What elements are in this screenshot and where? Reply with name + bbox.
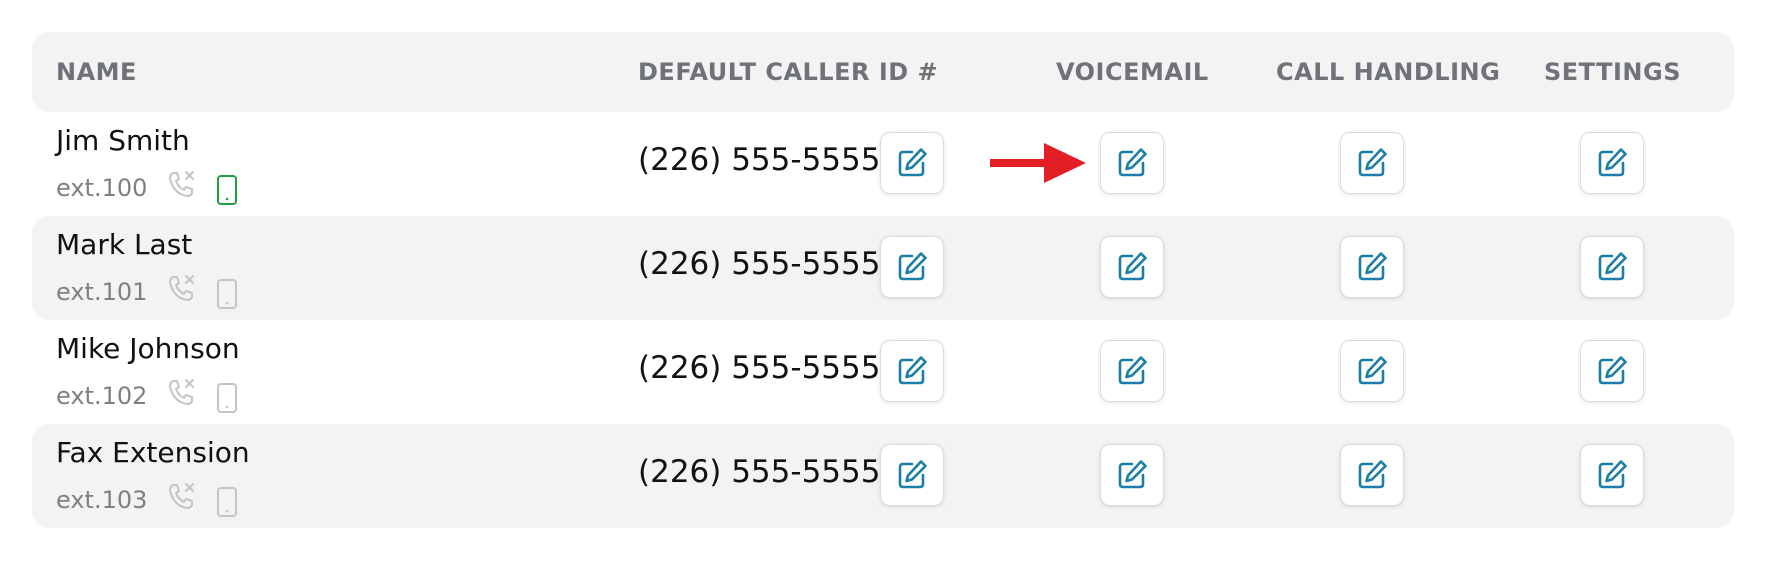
- edit-icon: [1358, 148, 1387, 177]
- edit-call-handling-button[interactable]: [1340, 444, 1404, 506]
- edit-icon: [898, 252, 927, 281]
- edit-icon: [1358, 460, 1387, 489]
- phone-missed-icon: [169, 275, 194, 301]
- edit-voicemail-button[interactable]: [1100, 340, 1164, 402]
- caller-id-number: (226) 555-5555: [638, 454, 881, 490]
- header-call-handling: CALL HANDLING: [1276, 58, 1501, 86]
- edit-settings-button[interactable]: [1580, 340, 1644, 402]
- edit-icon: [898, 148, 927, 177]
- edit-caller-id-button[interactable]: [880, 236, 944, 298]
- header-caller-id: DEFAULT CALLER ID #: [638, 58, 939, 86]
- edit-icon: [1118, 356, 1147, 385]
- phone-missed-icon: [169, 483, 194, 509]
- edit-icon: [1598, 148, 1627, 177]
- table-row: Fax Extension ext.103 (226) 555-5555: [32, 424, 1734, 528]
- edit-icon: [1118, 252, 1147, 281]
- mobile-phone-icon: [217, 175, 237, 205]
- caller-id-number: (226) 555-5555: [638, 142, 881, 178]
- extension-number: ext.102: [56, 382, 148, 410]
- extension-name: Mark Last: [56, 228, 193, 261]
- edit-voicemail-button[interactable]: [1100, 236, 1164, 298]
- phone-missed-icon: [169, 379, 194, 405]
- table-row: Jim Smith ext.100 (226) 555-5555: [32, 112, 1734, 216]
- edit-voicemail-button[interactable]: [1100, 132, 1164, 194]
- edit-icon: [1358, 252, 1387, 281]
- caller-id-number: (226) 555-5555: [638, 350, 881, 386]
- edit-voicemail-button[interactable]: [1100, 444, 1164, 506]
- table-row: Mark Last ext.101 (226) 555-5555: [32, 216, 1734, 320]
- extension-name: Fax Extension: [56, 436, 250, 469]
- mobile-phone-icon: [217, 383, 237, 413]
- red-arrow-icon: [990, 143, 1086, 183]
- extensions-table: NAME DEFAULT CALLER ID # VOICEMAIL CALL …: [32, 32, 1734, 528]
- edit-settings-button[interactable]: [1580, 132, 1644, 194]
- header-name: NAME: [56, 58, 137, 86]
- edit-icon: [898, 356, 927, 385]
- edit-icon: [1358, 356, 1387, 385]
- extension-name: Jim Smith: [56, 124, 190, 157]
- edit-icon: [1598, 252, 1627, 281]
- caller-id-number: (226) 555-5555: [638, 246, 881, 282]
- extension-number: ext.103: [56, 486, 148, 514]
- table-header: NAME DEFAULT CALLER ID # VOICEMAIL CALL …: [32, 32, 1734, 112]
- edit-icon: [1598, 460, 1627, 489]
- edit-call-handling-button[interactable]: [1340, 132, 1404, 194]
- edit-call-handling-button[interactable]: [1340, 236, 1404, 298]
- edit-icon: [1118, 148, 1147, 177]
- extension-name: Mike Johnson: [56, 332, 240, 365]
- edit-settings-button[interactable]: [1580, 236, 1644, 298]
- edit-icon: [1118, 460, 1147, 489]
- mobile-phone-icon: [217, 279, 237, 309]
- phone-missed-icon: [169, 171, 194, 197]
- extension-number: ext.100: [56, 174, 148, 202]
- extension-number: ext.101: [56, 278, 148, 306]
- edit-call-handling-button[interactable]: [1340, 340, 1404, 402]
- header-settings: SETTINGS: [1544, 58, 1681, 86]
- edit-icon: [1598, 356, 1627, 385]
- edit-caller-id-button[interactable]: [880, 132, 944, 194]
- table-row: Mike Johnson ext.102 (226) 555-5555: [32, 320, 1734, 424]
- edit-caller-id-button[interactable]: [880, 340, 944, 402]
- mobile-phone-icon: [217, 487, 237, 517]
- edit-caller-id-button[interactable]: [880, 444, 944, 506]
- edit-settings-button[interactable]: [1580, 444, 1644, 506]
- header-voicemail: VOICEMAIL: [1056, 58, 1209, 86]
- edit-icon: [898, 460, 927, 489]
